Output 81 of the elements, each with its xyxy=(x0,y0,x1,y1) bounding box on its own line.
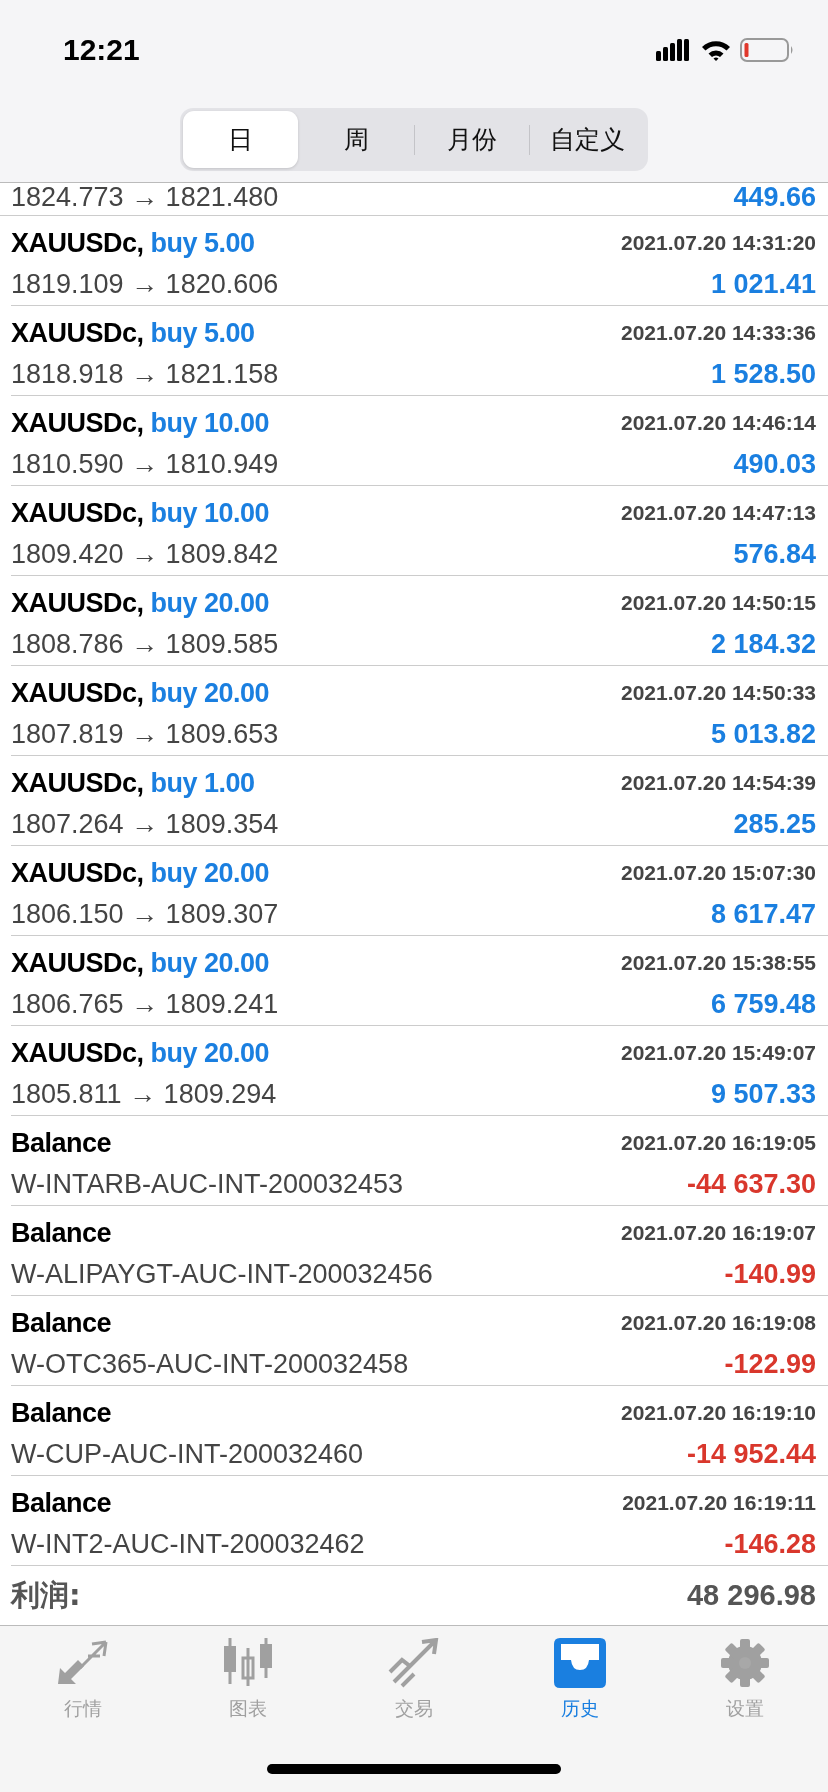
trade-time: 2021.07.20 16:19:05 xyxy=(621,1131,816,1155)
price-range: 1807.264 → 1809.354 xyxy=(11,808,279,840)
balance-title: Balance xyxy=(11,1217,112,1249)
transaction-id: W-OTC365-AUC-INT-200032458 xyxy=(11,1348,409,1380)
signal-icon xyxy=(656,39,692,61)
transaction-id: W-ALIPAYGT-AUC-INT-200032456 xyxy=(11,1258,433,1290)
battery-icon xyxy=(740,38,794,62)
price-range: 1806.150 → 1809.307 xyxy=(11,898,279,930)
transaction-id: W-INTARB-AUC-INT-200032453 xyxy=(11,1168,404,1200)
price-range: 1808.786 → 1809.585 xyxy=(11,628,279,660)
profit-amount: 1 021.41 xyxy=(710,268,816,300)
trade-title: XAUUSDc, buy 10.00 xyxy=(11,407,270,439)
trade-time: 2021.07.20 14:31:20 xyxy=(621,231,816,255)
price-range: 1818.918 → 1821.158 xyxy=(11,358,279,390)
price-range: 1806.765 → 1809.241 xyxy=(11,988,279,1020)
transaction-id: W-INT2-AUC-INT-200032462 xyxy=(11,1528,365,1560)
profit-label: 利润: xyxy=(11,1576,81,1614)
balance-title: Balance xyxy=(11,1307,112,1339)
trade-time: 2021.07.20 14:50:15 xyxy=(621,591,816,615)
price-range: 1819.109 → 1820.606 xyxy=(11,268,279,300)
trade-time: 2021.07.20 15:07:30 xyxy=(621,861,816,885)
balance-title: Balance xyxy=(11,1127,112,1159)
trend-arrow-icon xyxy=(388,1638,440,1688)
nav-tab[interactable]: 图表 xyxy=(188,1638,309,1722)
price-range: 1810.590 → 1810.949 xyxy=(11,448,279,480)
profit-amount: 2 184.32 xyxy=(710,628,816,660)
profit-amount: -44 637.30 xyxy=(686,1168,816,1200)
trade-title: XAUUSDc, buy 20.00 xyxy=(11,857,270,889)
trade-time: 2021.07.20 14:50:33 xyxy=(621,681,816,705)
profit-amount: 1 528.50 xyxy=(710,358,816,390)
inbox-icon xyxy=(553,1638,606,1688)
trade-time: 2021.07.20 16:19:10 xyxy=(621,1401,816,1425)
trade-time: 2021.07.20 15:38:55 xyxy=(621,951,816,975)
trade-title: XAUUSDc, buy 5.00 xyxy=(11,317,255,349)
wifi-icon xyxy=(701,39,731,61)
nav-tab[interactable]: 交易 xyxy=(354,1638,474,1722)
profit-amount: 285.25 xyxy=(733,808,816,840)
profit-amount: 6 759.48 xyxy=(710,988,816,1020)
period-tab[interactable]: 周 xyxy=(298,111,414,168)
profit-amount: -140.99 xyxy=(724,1258,816,1290)
status-time: 12:21 xyxy=(63,33,140,67)
profit-amount: 5 013.82 xyxy=(710,718,816,750)
balance-title: Balance xyxy=(11,1397,112,1429)
nav-tab[interactable]: 历史 xyxy=(519,1638,640,1722)
trade-time: 2021.07.20 16:19:08 xyxy=(621,1311,816,1335)
profit-amount: 9 507.33 xyxy=(710,1078,816,1110)
trade-time: 2021.07.20 14:54:39 xyxy=(621,771,816,795)
trade-title: XAUUSDc, buy 1.00 xyxy=(11,767,255,799)
period-tab[interactable]: 日 xyxy=(183,111,298,168)
nav-tab[interactable]: 行情 xyxy=(22,1638,143,1722)
nav-tab[interactable]: 设置 xyxy=(685,1638,806,1722)
trade-time: 2021.07.20 14:33:36 xyxy=(621,321,816,345)
profit-amount: 8 617.47 xyxy=(710,898,816,930)
trade-title: XAUUSDc, buy 10.00 xyxy=(11,497,270,529)
trade-time: 2021.07.20 14:47:13 xyxy=(621,501,816,525)
trade-time: 2021.07.20 14:46:14 xyxy=(621,411,816,435)
trade-time: 2021.07.20 16:19:07 xyxy=(621,1221,816,1245)
trade-title: XAUUSDc, buy 5.00 xyxy=(11,227,255,259)
trade-title: XAUUSDc, buy 20.00 xyxy=(11,677,270,709)
profit-amount: 576.84 xyxy=(733,538,816,570)
profit-amount: 449.66 xyxy=(733,183,816,213)
price-range: 1807.819 → 1809.653 xyxy=(11,718,279,750)
trade-title: XAUUSDc, buy 20.00 xyxy=(11,947,270,979)
profit-amount: -146.28 xyxy=(724,1528,816,1560)
candlestick-icon xyxy=(223,1638,274,1688)
trade-title: XAUUSDc, buy 20.00 xyxy=(11,1037,270,1069)
trade-time: 2021.07.20 16:19:11 xyxy=(622,1491,816,1515)
profit-total: 48 296.98 xyxy=(687,1579,816,1612)
price-range: 1805.811 → 1809.294 xyxy=(11,1078,277,1110)
profit-amount: -14 952.44 xyxy=(686,1438,816,1470)
profit-amount: -122.99 xyxy=(724,1348,816,1380)
transaction-id: W-CUP-AUC-INT-200032460 xyxy=(11,1438,364,1470)
balance-title: Balance xyxy=(11,1487,112,1519)
price-range: 1809.420 → 1809.842 xyxy=(11,538,279,570)
settings-icon xyxy=(720,1638,771,1688)
trade-title: XAUUSDc, buy 20.00 xyxy=(11,587,270,619)
price-range: 1824.773 → 1821.480 xyxy=(11,183,279,213)
period-tab[interactable]: 月份 xyxy=(414,111,530,168)
period-tab[interactable]: 自定义 xyxy=(530,111,645,168)
profit-amount: 490.03 xyxy=(733,448,816,480)
trade-time: 2021.07.20 15:49:07 xyxy=(621,1041,816,1065)
